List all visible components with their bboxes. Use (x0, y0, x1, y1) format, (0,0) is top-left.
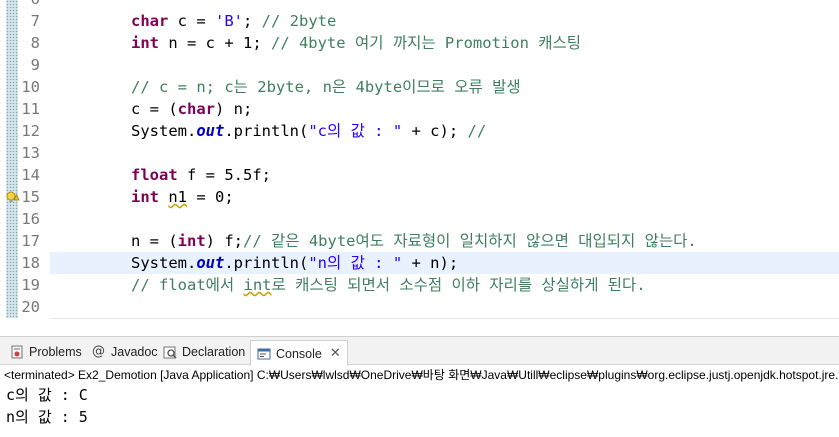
code-token: ; (243, 12, 262, 30)
editor-line[interactable]: 19 // float에서 int로 캐스팅 되면서 소수점 이하 자리를 상실하… (0, 274, 839, 296)
code-text[interactable]: int n1 = 0; (131, 186, 234, 208)
console-output-line: n의 값 : 5 (6, 408, 88, 426)
code-token: = 0; (187, 188, 234, 206)
tab-declaration[interactable]: Declaration (163, 340, 245, 364)
editor-line-partial: 6 (0, 0, 839, 10)
code-text[interactable]: // c = n; c는 2byte, n은 4byte이므로 오류 발생 (131, 76, 521, 98)
editor-line[interactable]: 20 (0, 296, 839, 318)
line-number: 6 (18, 0, 40, 10)
line-number: 9 (30, 56, 40, 74)
editor-line[interactable]: 10 // c = n; c는 2byte, n은 4byte이므로 오류 발생 (0, 76, 839, 98)
line-number: 13 (21, 144, 40, 162)
line-number: 12 (21, 122, 40, 140)
comment-token: // float에서 (131, 276, 244, 294)
tab-problems[interactable]: Problems (10, 340, 82, 364)
declaration-icon (163, 345, 177, 359)
line-number: 19 (21, 276, 40, 294)
line-number: 15 (21, 188, 40, 206)
code-token: ) n; (215, 100, 253, 118)
code-text[interactable]: // float에서 int로 캐스팅 되면서 소수점 이하 자리를 상실하게 … (131, 274, 646, 296)
string-token: 'B' (215, 12, 243, 30)
line-number: 7 (30, 12, 40, 30)
code-token: ) f; (205, 232, 243, 250)
tab-console-label: Console (276, 346, 322, 361)
comment-token: // c = n; c는 2byte, n은 4byte이므로 오류 발생 (131, 78, 521, 96)
line-number: 17 (21, 232, 40, 250)
comment-token: 로 캐스팅 되면서 소수점 이하 자리를 상실하게 된다. (271, 276, 646, 294)
bottom-panel: Problems @ Javadoc Declaration Console ✕… (0, 336, 839, 437)
tab-javadoc[interactable]: @ Javadoc (92, 340, 158, 364)
line-number: 20 (21, 298, 40, 316)
editor-line[interactable]: 18 System.out.println("n의 값 : " + n); (0, 252, 839, 274)
editor-line[interactable]: 17 n = (int) f;// 같은 4byte여도 자료형이 일치하지 않으… (0, 230, 839, 252)
warning-lightbulb-icon[interactable] (6, 191, 20, 203)
code-token: n = c + 1; (159, 34, 271, 52)
keyword-token: float (131, 166, 178, 184)
keyword-token: int (131, 188, 159, 206)
line-number: 16 (21, 210, 40, 228)
editor-line[interactable]: 7 char c = 'B'; // 2byte (0, 10, 839, 32)
code-token: System. (131, 254, 197, 272)
field-token: out (196, 122, 225, 140)
line-number: 18 (21, 254, 40, 272)
editor-line[interactable]: 11 c = (char) n; (0, 98, 839, 120)
javadoc-at-icon: @ (92, 344, 105, 359)
code-token: n = ( (131, 232, 178, 250)
keyword-token: char (177, 100, 215, 118)
keyword-token: int (177, 232, 206, 250)
line-number: 8 (30, 34, 40, 52)
code-text[interactable]: int n = c + 1; // 4byte 여기 까지는 Promotion… (131, 32, 581, 54)
code-text[interactable]: System.out.println("n의 값 : " + n); (131, 252, 458, 274)
tab-declaration-label: Declaration (182, 345, 246, 359)
code-token: + c); (402, 122, 468, 140)
problems-icon (10, 345, 24, 359)
editor-line[interactable]: 13 (0, 142, 839, 164)
editor-line[interactable]: 16 (0, 208, 839, 230)
comment-token: // (467, 122, 487, 140)
console-output-line: c의 값 : C (6, 386, 88, 404)
comment-token: int (243, 276, 272, 294)
line-number: 11 (21, 100, 40, 118)
code-token: c = (168, 12, 215, 30)
keyword-token: int (131, 34, 159, 52)
close-icon[interactable]: ✕ (330, 346, 341, 361)
code-token: f = 5.5f; (177, 166, 271, 184)
comment-token: // 같은 4byte여도 자료형이 일치하지 않으면 대입되지 않는다. (243, 232, 697, 250)
string-token: "c의 값 : " (308, 122, 403, 140)
line-number: 14 (21, 166, 40, 184)
field-token: out (196, 254, 225, 272)
line-number: 10 (21, 78, 40, 96)
code-text[interactable]: n = (int) f;// 같은 4byte여도 자료형이 일치하지 않으면 … (131, 230, 697, 252)
code-text[interactable]: float f = 5.5f; (131, 164, 271, 186)
editor-line[interactable]: 14 float f = 5.5f; (0, 164, 839, 186)
warning-token: n1 (168, 188, 188, 206)
code-text[interactable]: c = (char) n; (131, 98, 252, 120)
console-icon (257, 347, 271, 361)
editor-line[interactable]: 9 (0, 54, 839, 76)
comment-token: // 2byte (261, 12, 337, 30)
code-token: System. (131, 122, 197, 140)
editor-line[interactable]: 12 System.out.println("c의 값 : " + c); // (0, 120, 839, 142)
console-process-header: <terminated> Ex2_Demotion [Java Applicat… (4, 368, 839, 382)
code-token: .println( (224, 254, 309, 272)
tab-console[interactable]: Console ✕ (250, 340, 348, 366)
keyword-token: char (131, 12, 169, 30)
code-text[interactable]: char c = 'B'; // 2byte (131, 10, 336, 32)
code-token: c = ( (131, 100, 178, 118)
tab-javadoc-label: Javadoc (111, 345, 158, 359)
code-token: + n); (402, 254, 459, 272)
editor-line[interactable]: 15 int n1 = 0; (0, 186, 839, 208)
horizontal-scrollbar[interactable] (50, 318, 839, 320)
code-text[interactable]: System.out.println("c의 값 : " + c); // (131, 120, 486, 142)
tab-problems-label: Problems (29, 345, 82, 359)
code-token: .println( (224, 122, 309, 140)
comment-token: // 4byte 여기 까지는 Promotion 캐스팅 (270, 34, 582, 52)
string-token: "n의 값 : " (308, 254, 403, 272)
panel-tab-bar: Problems @ Javadoc Declaration Console ✕ (0, 337, 839, 366)
code-editor[interactable]: 6 7 char c = 'B'; // 2byte 8 int n = c + 1;… (0, 0, 839, 320)
editor-line[interactable]: 8 int n = c + 1; // 4byte 여기 까지는 Promotio… (0, 32, 839, 54)
